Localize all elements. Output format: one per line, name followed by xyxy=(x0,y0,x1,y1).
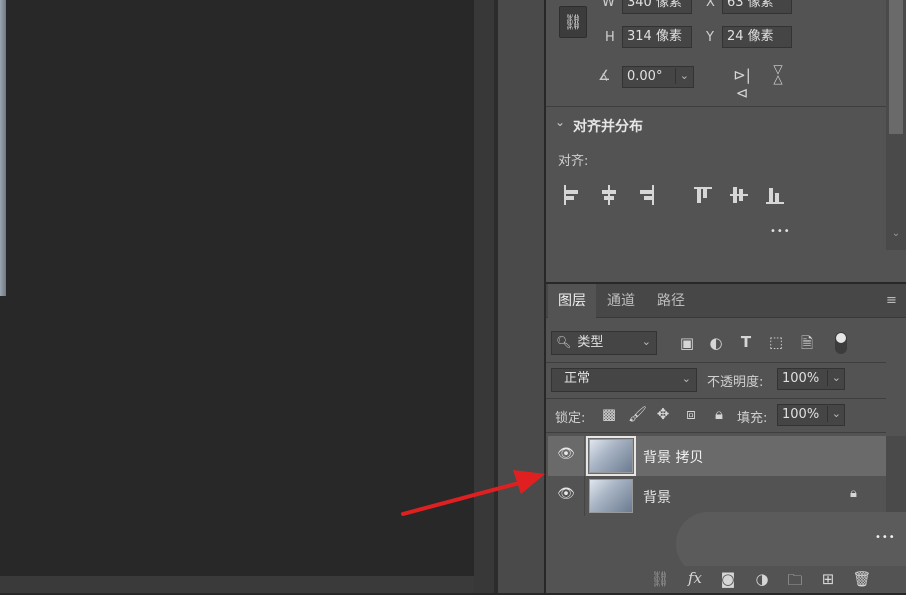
tab-paths[interactable]: 路径 xyxy=(647,284,695,318)
filter-smart-object-icon[interactable]: 🗎︎ xyxy=(798,333,816,358)
align-right-edges-icon[interactable] xyxy=(640,185,654,205)
section-divider xyxy=(546,362,886,363)
scroll-down-icon[interactable]: ⌄ xyxy=(889,228,903,239)
filter-type-icon[interactable]: T xyxy=(737,333,755,351)
lock-image-pixels-icon[interactable]: 🖌︎ xyxy=(628,405,647,423)
x-label: X xyxy=(706,0,715,10)
chevron-down-icon: ⌄ xyxy=(674,68,689,84)
align-section-title[interactable]: 对齐并分布 xyxy=(573,116,643,136)
fill-field[interactable]: 100% ⌄ xyxy=(777,404,845,426)
layer-style-fx-icon[interactable]: fx xyxy=(684,569,706,587)
align-buttons-row xyxy=(564,185,784,205)
align-vertical-centers-icon[interactable] xyxy=(730,187,748,203)
add-mask-icon[interactable]: ◙ xyxy=(718,570,738,588)
flip-horizontal-icon[interactable]: ⊳|⊲ xyxy=(731,66,753,102)
search-icon: 🔍︎ xyxy=(556,335,572,349)
panel-menu-icon[interactable]: ≡ xyxy=(886,293,897,308)
tab-channels[interactable]: 通道 xyxy=(597,284,645,318)
filter-shape-icon[interactable]: ⬚ xyxy=(767,333,785,351)
section-divider xyxy=(546,398,886,399)
delete-layer-trash-icon[interactable]: 🗑︎ xyxy=(852,570,872,588)
chevron-down-icon: ⌄ xyxy=(641,335,651,348)
layer-thumbnail xyxy=(589,479,633,513)
fill-value: 100% xyxy=(782,407,820,422)
adjustment-layer-icon[interactable]: ◑ xyxy=(752,570,772,588)
width-field[interactable]: 340 像素 xyxy=(622,0,692,14)
lock-position-icon[interactable]: ✥ xyxy=(654,405,672,423)
opacity-field[interactable]: 100% ⌄ xyxy=(777,368,845,390)
flip-vertical-icon[interactable]: ▽ △ xyxy=(768,63,788,85)
layer-name[interactable]: 背景 拷贝 xyxy=(643,447,703,467)
x-field[interactable]: 63 像素 xyxy=(722,0,792,14)
link-dimensions-button[interactable]: ⛓ xyxy=(559,6,587,38)
horizontal-scrollbar[interactable] xyxy=(0,576,494,593)
lock-transparent-pixels-icon[interactable]: ▩ xyxy=(600,405,618,423)
layer-row-divider xyxy=(584,436,585,476)
chevron-down-icon: ⌄ xyxy=(681,372,691,385)
opacity-label: 不透明度: xyxy=(707,375,764,390)
chevron-down-icon: ⌄ xyxy=(826,370,841,386)
layers-more-button[interactable]: ••• xyxy=(875,532,896,543)
layer-filter-select[interactable]: 🔍︎ 类型 ⌄ xyxy=(551,331,657,355)
align-horizontal-centers-icon[interactable] xyxy=(602,185,616,205)
chevron-down-icon: ⌄ xyxy=(826,406,841,422)
layer-lock-icon: 🔒︎ xyxy=(850,486,857,501)
y-field[interactable]: 24 像素 xyxy=(722,26,792,48)
link-layers-icon[interactable]: ⛓ xyxy=(650,570,670,588)
section-divider xyxy=(546,432,886,433)
layer-row[interactable]: 👁︎ 背景 拷贝 xyxy=(548,436,886,476)
align-bottom-edges-icon[interactable] xyxy=(766,188,784,204)
fill-label: 填充: xyxy=(737,411,768,426)
blend-mode-select[interactable]: 正常 ⌄ xyxy=(551,368,697,392)
align-more-button[interactable]: ••• xyxy=(770,226,791,237)
visibility-eye-icon[interactable]: 👁︎ xyxy=(555,486,577,502)
lock-all-icon[interactable]: 🔒︎ xyxy=(710,405,728,423)
align-top-edges-icon[interactable] xyxy=(694,187,712,203)
layer-row-divider xyxy=(584,476,585,516)
angle-field[interactable]: 0.00° ⌄ xyxy=(622,66,694,88)
align-left-edges-icon[interactable] xyxy=(564,185,578,205)
new-group-folder-icon[interactable]: 🗀︎ xyxy=(785,570,805,595)
filter-kind-value: 类型 xyxy=(577,335,604,350)
chain-link-icon: ⛓ xyxy=(563,13,583,31)
angle-value: 0.00° xyxy=(627,69,663,84)
lock-label: 锁定: xyxy=(555,411,586,426)
annotation-arrow xyxy=(401,470,545,516)
filter-toggle-switch[interactable] xyxy=(835,332,847,354)
height-field[interactable]: 314 像素 xyxy=(622,26,692,48)
properties-scroll-thumb[interactable] xyxy=(889,0,903,134)
canvas-image-edge xyxy=(0,0,6,296)
new-layer-icon[interactable]: ⊞ xyxy=(818,570,838,588)
layer-row[interactable]: 👁︎ 背景 🔒︎ xyxy=(548,476,886,516)
tab-layers[interactable]: 图层 xyxy=(548,284,596,318)
opacity-value: 100% xyxy=(782,371,820,386)
layer-name[interactable]: 背景 xyxy=(643,487,671,507)
angle-icon: ∡ xyxy=(598,68,611,84)
visibility-eye-icon[interactable]: 👁︎ xyxy=(555,446,577,462)
filter-pixel-icon[interactable]: ▣ xyxy=(678,334,696,352)
height-label: H xyxy=(605,30,615,45)
y-label: Y xyxy=(706,30,714,45)
width-label: W xyxy=(602,0,615,10)
blend-mode-value: 正常 xyxy=(564,371,591,386)
lock-artboard-icon[interactable]: ⧈ xyxy=(682,405,700,423)
layer-thumbnail xyxy=(586,436,636,476)
collapse-chevron-icon[interactable]: ⌄ xyxy=(555,115,565,129)
section-divider xyxy=(546,106,886,107)
toggle-knob xyxy=(836,333,846,343)
align-label: 对齐: xyxy=(558,154,589,169)
filter-adjustment-icon[interactable]: ◐ xyxy=(707,334,725,352)
layers-list-scrollbar[interactable] xyxy=(886,436,906,516)
